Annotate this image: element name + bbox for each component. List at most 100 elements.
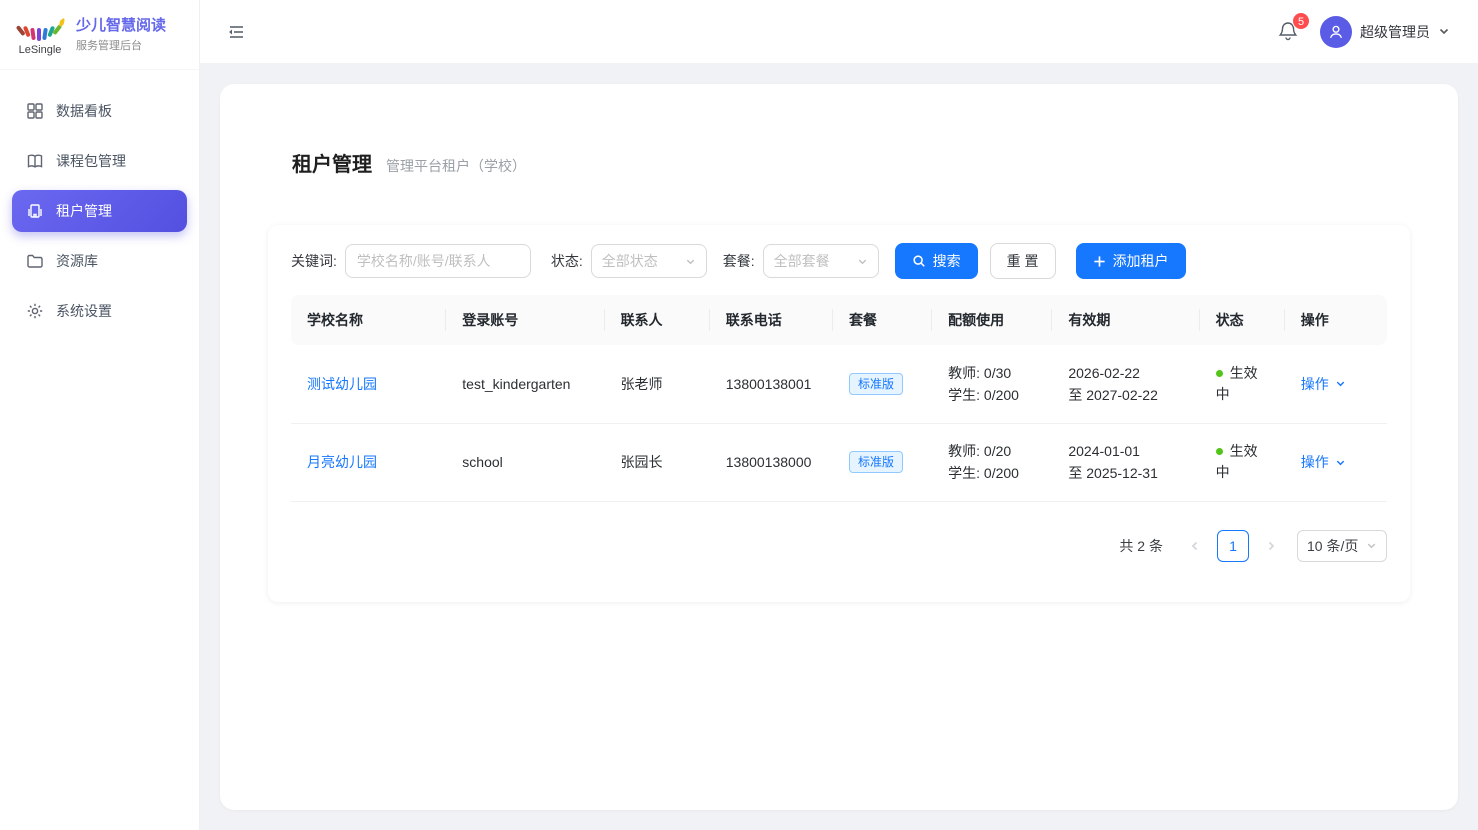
sidebar-item-resource-library[interactable]: 资源库 xyxy=(12,240,187,282)
page-size-select[interactable]: 10 条/页 xyxy=(1297,530,1387,562)
top-header: 5 超级管理员 xyxy=(200,0,1478,64)
chevron-down-icon xyxy=(1366,540,1377,551)
phone-cell: 13800138000 xyxy=(710,423,833,501)
school-name-link[interactable]: 月亮幼儿园 xyxy=(307,454,377,470)
brand-text: 少儿智慧阅读 服务管理后台 xyxy=(76,16,166,53)
sidebar-menu: 数据看板 课程包管理 租户管理 资源库 系统设置 xyxy=(0,70,199,360)
filter-bar: 关键词: 状态: 全部状态 套餐: 全部套餐 xyxy=(291,243,1387,279)
col-contact: 联系人 xyxy=(605,295,710,345)
dashboard-icon xyxy=(26,102,44,120)
quota-student: 学生: 0/200 xyxy=(948,384,1036,406)
page-number-1[interactable]: 1 xyxy=(1217,530,1249,562)
pagination: 共 2 条 1 10 条/页 xyxy=(291,530,1387,562)
plan-select-value: 全部套餐 xyxy=(774,251,830,271)
status-badge: 生效中 xyxy=(1216,363,1268,405)
next-page-icon[interactable] xyxy=(1257,532,1285,560)
plan-select[interactable]: 全部套餐 xyxy=(763,244,879,278)
status-cell: 生效中 xyxy=(1200,423,1285,501)
sidebar-item-dashboard[interactable]: 数据看板 xyxy=(12,90,187,132)
col-actions: 操作 xyxy=(1285,295,1387,345)
reset-button[interactable]: 重 置 xyxy=(990,243,1056,279)
plan-label: 套餐: xyxy=(723,251,755,271)
sidebar-item-label: 课程包管理 xyxy=(56,151,126,171)
school-name-link[interactable]: 测试幼儿园 xyxy=(307,376,377,392)
chevron-down-icon xyxy=(1335,457,1346,468)
chevron-down-icon xyxy=(1335,378,1346,389)
lesingle-logo-icon: LeSingle xyxy=(14,13,66,57)
status-cell: 生效中 xyxy=(1200,345,1285,423)
plan-tag: 标准版 xyxy=(849,451,903,473)
col-phone: 联系电话 xyxy=(710,295,833,345)
quota-student: 学生: 0/200 xyxy=(948,462,1036,484)
login-account-cell: test_kindergarten xyxy=(446,345,604,423)
status-label: 状态: xyxy=(551,251,583,271)
page-size-value: 10 条/页 xyxy=(1307,536,1358,556)
table-row: 测试幼儿园 test_kindergarten 张老师 13800138001 … xyxy=(291,345,1387,423)
status-badge: 生效中 xyxy=(1216,441,1268,483)
brand-area: LeSingle 少儿智慧阅读 服务管理后台 xyxy=(0,0,199,70)
status-dot-icon xyxy=(1216,370,1223,377)
avatar xyxy=(1320,16,1352,48)
validity-cell: 2024-01-01 至 2025-12-31 xyxy=(1052,423,1199,501)
page-card: 租户管理 管理平台租户（学校） 关键词: 状态: 全部状态 xyxy=(220,84,1458,810)
col-validity: 有效期 xyxy=(1052,295,1199,345)
search-button-label: 搜索 xyxy=(933,251,961,271)
phone-cell: 13800138001 xyxy=(710,345,833,423)
row-actions-dropdown[interactable]: 操作 xyxy=(1301,374,1346,394)
notification-badge: 5 xyxy=(1292,12,1310,30)
gear-icon xyxy=(26,302,44,320)
reset-button-label: 重 置 xyxy=(1007,251,1039,271)
add-tenant-button[interactable]: 添加租户 xyxy=(1076,243,1186,279)
row-actions-dropdown[interactable]: 操作 xyxy=(1301,452,1346,472)
search-button[interactable]: 搜索 xyxy=(895,243,978,279)
pagination-total: 共 2 条 xyxy=(1119,536,1163,556)
user-icon xyxy=(1327,23,1345,41)
col-status: 状态 xyxy=(1200,295,1285,345)
chevron-down-icon xyxy=(1438,24,1450,40)
app-root: LeSingle 少儿智慧阅读 服务管理后台 数据看板 课程包管理 租户管理 xyxy=(0,0,1478,830)
prev-page-icon[interactable] xyxy=(1181,532,1209,560)
username: 超级管理员 xyxy=(1360,22,1430,42)
sidebar-item-system-settings[interactable]: 系统设置 xyxy=(12,290,187,332)
add-tenant-button-label: 添加租户 xyxy=(1113,251,1169,271)
main-area: 5 超级管理员 租户管理 管理平台租户（学校） xyxy=(200,0,1478,830)
sidebar-item-label: 数据看板 xyxy=(56,101,112,121)
tenant-panel: 关键词: 状态: 全部状态 套餐: 全部套餐 xyxy=(268,225,1410,602)
user-menu[interactable]: 超级管理员 xyxy=(1320,16,1450,48)
sidebar-item-tenant-management[interactable]: 租户管理 xyxy=(12,190,187,232)
quota-cell: 教师: 0/30 学生: 0/200 xyxy=(932,345,1052,423)
sidebar-item-course-packages[interactable]: 课程包管理 xyxy=(12,140,187,182)
brand-subtitle: 服务管理后台 xyxy=(76,37,166,53)
table-header: 学校名称 登录账号 联系人 联系电话 套餐 配额使用 有效期 状态 操作 xyxy=(291,295,1387,345)
building-icon xyxy=(26,202,44,220)
book-icon xyxy=(26,152,44,170)
status-dot-icon xyxy=(1216,448,1223,455)
notification-bell-icon[interactable]: 5 xyxy=(1276,19,1302,45)
col-login-account: 登录账号 xyxy=(446,295,604,345)
header-actions: 5 超级管理员 xyxy=(1276,16,1450,48)
valid-from: 2024-01-01 xyxy=(1068,440,1183,462)
chevron-down-icon xyxy=(857,256,868,267)
status-select[interactable]: 全部状态 xyxy=(591,244,707,278)
valid-to: 至 2025-12-31 xyxy=(1068,462,1183,484)
validity-cell: 2026-02-22 至 2027-02-22 xyxy=(1052,345,1199,423)
sidebar-item-label: 资源库 xyxy=(56,251,98,271)
contact-cell: 张老师 xyxy=(605,345,710,423)
quota-teacher: 教师: 0/20 xyxy=(948,440,1036,462)
col-quota: 配额使用 xyxy=(932,295,1052,345)
plan-tag: 标准版 xyxy=(849,373,903,395)
menu-fold-icon[interactable] xyxy=(224,20,248,44)
contact-cell: 张园长 xyxy=(605,423,710,501)
keyword-label: 关键词: xyxy=(291,251,337,271)
sidebar: LeSingle 少儿智慧阅读 服务管理后台 数据看板 课程包管理 租户管理 xyxy=(0,0,200,830)
quota-cell: 教师: 0/20 学生: 0/200 xyxy=(932,423,1052,501)
col-school-name: 学校名称 xyxy=(291,295,446,345)
login-account-cell: school xyxy=(446,423,604,501)
page-header: 租户管理 管理平台租户（学校） xyxy=(292,148,1410,177)
tenant-table: 学校名称 登录账号 联系人 联系电话 套餐 配额使用 有效期 状态 操作 xyxy=(291,295,1387,502)
keyword-search-input[interactable] xyxy=(345,244,531,278)
content-area: 租户管理 管理平台租户（学校） 关键词: 状态: 全部状态 xyxy=(200,64,1478,830)
action-label: 操作 xyxy=(1301,452,1329,472)
folder-icon xyxy=(26,252,44,270)
valid-from: 2026-02-22 xyxy=(1068,362,1183,384)
